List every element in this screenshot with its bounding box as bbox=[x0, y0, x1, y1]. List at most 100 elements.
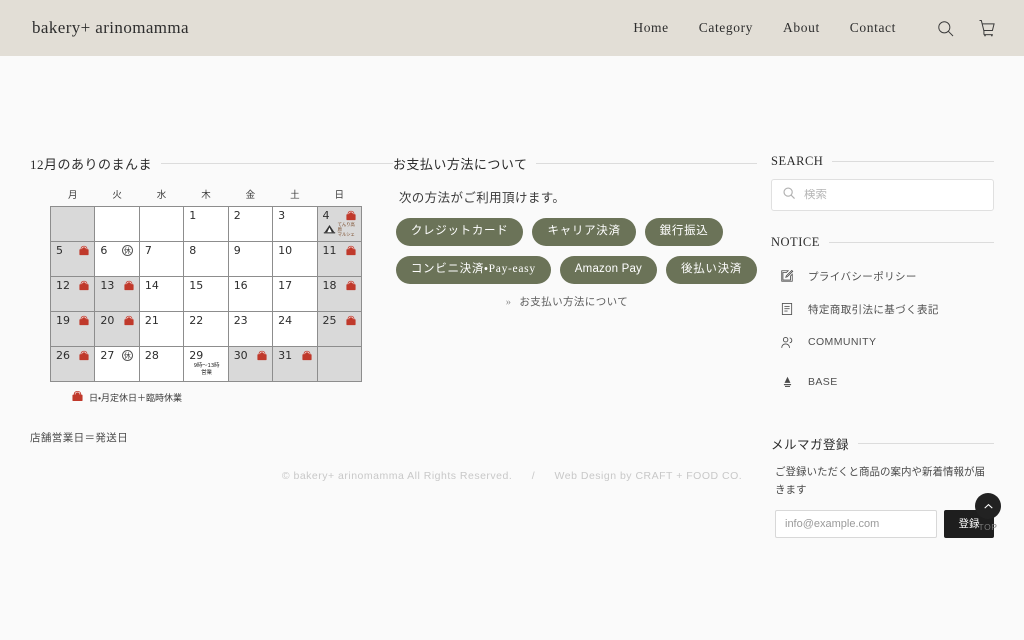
notice-item-privacy-policy[interactable]: プライバシーポリシー bbox=[771, 264, 994, 288]
payment-bank-transfer[interactable]: 銀行振込 bbox=[644, 218, 724, 246]
calendar-day-16[interactable]: 16 bbox=[227, 276, 274, 312]
footer-copyright-line: © bakery+ arinomamma All Rights Reserved… bbox=[282, 470, 742, 482]
rest-marker-icon bbox=[79, 350, 90, 361]
notice-label: BASE bbox=[808, 376, 838, 388]
calendar-day-22[interactable]: 22 bbox=[183, 311, 229, 347]
calendar-day-12[interactable]: 12 bbox=[49, 276, 96, 312]
rest-marker-icon bbox=[346, 210, 356, 221]
calendar-heading: 12月のありのまんま bbox=[30, 154, 393, 173]
calendar-day-line: 16 bbox=[234, 279, 268, 292]
back-to-top-button[interactable]: TOP bbox=[966, 493, 1010, 532]
calendar-day-7[interactable]: 7 bbox=[138, 241, 185, 277]
search-input[interactable] bbox=[804, 189, 983, 201]
notice-item-base[interactable]: BASE bbox=[771, 370, 994, 394]
calendar-day-21[interactable]: 21 bbox=[138, 311, 185, 347]
calendar-day-2[interactable]: 2 bbox=[227, 206, 274, 242]
cart-icon[interactable] bbox=[976, 17, 998, 39]
back-to-top-label: TOP bbox=[978, 522, 998, 532]
calendar-day-17[interactable]: 17 bbox=[272, 276, 318, 312]
calendar-day-line: 6休 bbox=[100, 244, 134, 257]
calendar-day-13[interactable]: 13 bbox=[94, 276, 140, 312]
payment-carrier[interactable]: キャリア決済 bbox=[532, 218, 636, 246]
calendar-day-10[interactable]: 10 bbox=[272, 241, 318, 277]
base-logo-icon bbox=[779, 375, 795, 389]
calendar-week-row: 12 13 14 15 16 17 18 bbox=[49, 276, 363, 312]
footer-separator: / bbox=[531, 470, 536, 482]
search-icon[interactable] bbox=[934, 17, 956, 39]
calendar-day-number: 23 bbox=[233, 314, 248, 327]
notice-item-community[interactable]: COMMUNITY bbox=[771, 330, 994, 354]
calendar-day-number: 31 bbox=[278, 349, 293, 362]
calendar-day-31[interactable]: 31 bbox=[272, 346, 318, 382]
rest-marker-icon bbox=[346, 315, 356, 326]
nav-item-home[interactable]: Home bbox=[633, 20, 668, 36]
heading-rule bbox=[161, 163, 393, 164]
calendar-day-number: 30 bbox=[233, 349, 248, 362]
site-brand[interactable]: bakery+ arinomamma bbox=[32, 18, 189, 38]
calendar-day-line: 22 bbox=[189, 314, 223, 327]
calendar-day-note: 9時〜13時 営業 bbox=[193, 363, 220, 376]
payment-detail-link[interactable]: » お支払い方法について bbox=[393, 294, 757, 309]
calendar-day-24[interactable]: 24 bbox=[272, 311, 318, 347]
calendar-day-23[interactable]: 23 bbox=[227, 311, 274, 347]
calendar-day-26[interactable]: 26 bbox=[49, 346, 96, 382]
calendar-day-9[interactable]: 9 bbox=[227, 241, 274, 277]
calendar-day-6[interactable]: 6休 bbox=[94, 241, 140, 277]
calendar-day-event-badge: てんり高原 マルシェ bbox=[323, 223, 357, 239]
calendar-day-number: 18 bbox=[322, 279, 337, 292]
calendar-day-30[interactable]: 30 bbox=[227, 346, 274, 382]
calendar-day-15[interactable]: 15 bbox=[183, 276, 229, 312]
calendar-day-27[interactable]: 27 休 bbox=[94, 346, 140, 382]
calendar-day-5[interactable]: 5 bbox=[49, 241, 96, 277]
weekday-fri: 金 bbox=[245, 190, 256, 201]
calendar-day-line: 7 bbox=[145, 244, 179, 257]
payment-heading: お支払い方法について bbox=[393, 154, 757, 173]
nav-item-category[interactable]: Category bbox=[699, 20, 753, 36]
calendar-day-1[interactable]: 1 bbox=[183, 206, 229, 242]
calendar-day-11[interactable]: 11 bbox=[316, 241, 363, 277]
market-tent-icon bbox=[323, 224, 336, 237]
notice-heading: NOTICE bbox=[771, 235, 994, 250]
weekday-wed: 水 bbox=[156, 190, 167, 201]
calendar-day-28[interactable]: 28 bbox=[138, 346, 185, 382]
chevron-up-icon bbox=[975, 493, 1001, 519]
notice-list: プライバシーポリシー 特定商取引法に基づく表記 COMMUNITY BASE bbox=[771, 264, 994, 394]
payment-credit-card[interactable]: クレジットカード bbox=[395, 218, 524, 246]
calendar-day-14[interactable]: 14 bbox=[138, 276, 185, 312]
calendar-day-20[interactable]: 20 bbox=[94, 311, 140, 347]
calendar-day-number: 27 bbox=[100, 349, 115, 362]
calendar-day-number: 17 bbox=[278, 279, 293, 292]
calendar-day-3[interactable]: 3 bbox=[272, 206, 318, 242]
sidebar-search-box[interactable] bbox=[771, 179, 994, 211]
payment-title: お支払い方法について bbox=[392, 157, 528, 172]
calendar-day-line: 4 bbox=[323, 209, 357, 222]
notice-item-commercial-transactions[interactable]: 特定商取引法に基づく表記 bbox=[771, 297, 994, 321]
payment-deferred[interactable]: 後払い決済 bbox=[666, 255, 757, 284]
calendar-day-4[interactable]: 4 てんり高原 マルシェ bbox=[316, 206, 363, 242]
payment-amazon-pay[interactable]: Amazon Pay bbox=[559, 255, 657, 284]
site-header: bakery+ arinomamma Home Category About C… bbox=[0, 0, 1024, 56]
calendar-day-number: 16 bbox=[233, 279, 248, 292]
calendar-day-number: 10 bbox=[278, 244, 293, 257]
pencil-square-icon bbox=[779, 269, 795, 283]
calendar-day-number: 5 bbox=[56, 244, 63, 257]
calendar-day-line: 5 bbox=[56, 244, 90, 257]
calendar-day-number: 14 bbox=[144, 279, 159, 292]
calendar-day-18[interactable]: 18 bbox=[316, 276, 363, 312]
calendar-day-line: 23 bbox=[234, 314, 268, 327]
heading-rule bbox=[832, 161, 994, 162]
calendar-day-25[interactable]: 25 bbox=[316, 311, 363, 347]
calendar-day-number: 9 bbox=[233, 244, 241, 257]
calendar-day-8[interactable]: 8 bbox=[183, 241, 229, 277]
calendar-day-29[interactable]: 29 9時〜13時 営業 bbox=[183, 346, 229, 382]
calendar-day-line: 28 bbox=[145, 349, 179, 362]
header-icons bbox=[934, 17, 998, 39]
payment-konbini-payeasy[interactable]: コンビニ決済・Pay-easy bbox=[395, 255, 551, 284]
notice-label: 特定商取引法に基づく表記 bbox=[808, 303, 939, 316]
nav-item-about[interactable]: About bbox=[783, 20, 820, 36]
calendar-week-row: 26 27 休 28 29 9時〜13時 営業 30 31 bbox=[49, 346, 363, 382]
nav-item-contact[interactable]: Contact bbox=[850, 20, 896, 36]
calendar-day-number: 25 bbox=[322, 314, 337, 327]
search-icon bbox=[782, 186, 796, 205]
calendar-day-19[interactable]: 19 bbox=[49, 311, 96, 347]
